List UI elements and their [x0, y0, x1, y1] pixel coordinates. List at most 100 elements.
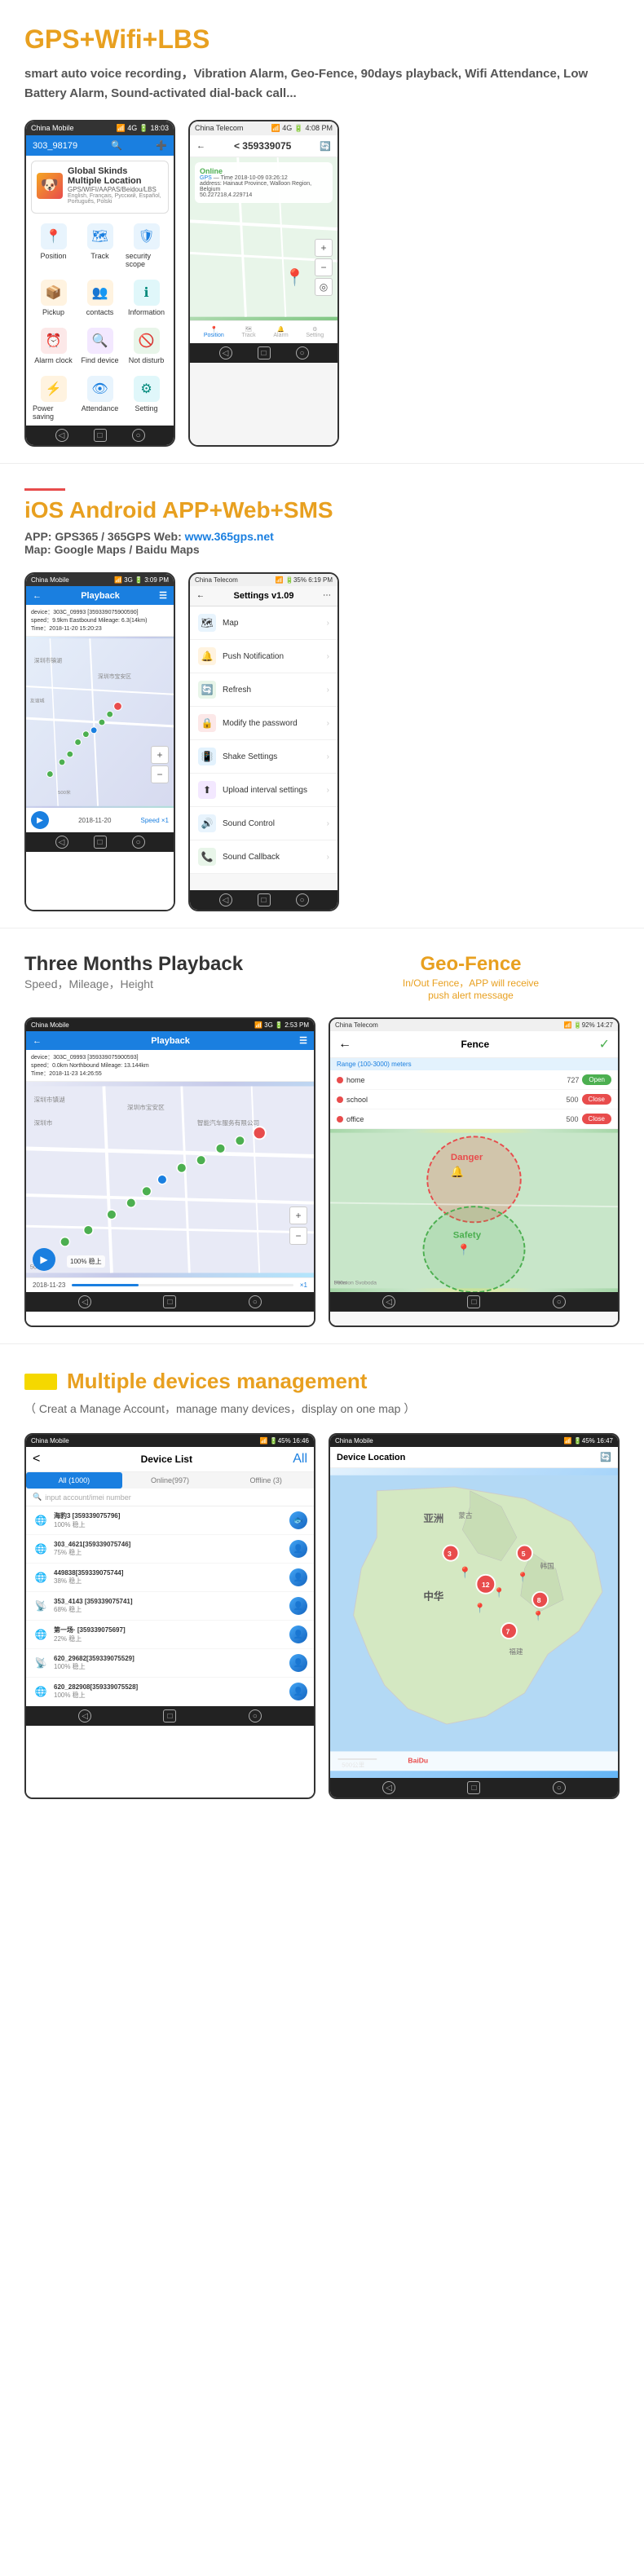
nav-back-location[interactable]: ◁ [382, 1781, 395, 1794]
password-icon: 🔒 [198, 714, 216, 732]
nav-recent-settings[interactable]: ○ [296, 893, 309, 906]
grid-item-security[interactable]: 🛡 security scope [124, 218, 169, 273]
pb3-title: Playback [151, 1036, 190, 1046]
fence-sub-title2: push alert message [322, 990, 620, 1001]
fence-back-icon[interactable]: ← [338, 1037, 351, 1052]
locate-btn[interactable]: ◎ [315, 278, 333, 296]
section1-title: GPS+Wifi+LBS [24, 24, 620, 55]
device-tab-online[interactable]: Online(997) [122, 1472, 218, 1489]
device-list-item[interactable]: 🌐 449838[359339075744] 38% 稳上 👤 [26, 1564, 314, 1592]
settings-item-upload[interactable]: ⬆ Upload interval settings › [190, 774, 337, 807]
settings-item-push[interactable]: 🔔 Push Notification › [190, 640, 337, 673]
nav-back-pb3[interactable]: ◁ [78, 1295, 91, 1308]
grid-item-attendance[interactable]: 👁 Attendance [77, 371, 122, 426]
device-tabs: All (1000) Online(997) Offline (3) [26, 1472, 314, 1489]
playback-zoom-out[interactable]: − [151, 765, 169, 783]
phone2-back-icon[interactable]: ← [196, 141, 205, 151]
nav-recent-device[interactable]: ○ [249, 1709, 262, 1722]
settings-item-refresh[interactable]: 🔄 Refresh › [190, 673, 337, 707]
zoom-in-btn[interactable]: + [315, 239, 333, 257]
settings-item-password[interactable]: 🔒 Modify the password › [190, 707, 337, 740]
nav-home-btn2[interactable]: □ [258, 346, 271, 359]
grid-item-contacts[interactable]: 👥 contacts [77, 275, 122, 321]
pb3-menu-icon[interactable]: ☰ [299, 1035, 307, 1046]
playback-zoom-in[interactable]: + [151, 746, 169, 764]
grid-item-information[interactable]: ℹ Information [124, 275, 169, 321]
push-notification-icon: 🔔 [198, 647, 216, 665]
grid-item-disturb[interactable]: 🚫 Not disturb [124, 323, 169, 369]
nav-recent-btn[interactable]: ○ [132, 429, 145, 442]
pb3-zoom-out[interactable]: − [289, 1227, 307, 1245]
device-back-btn[interactable]: < [33, 1452, 40, 1467]
grid-item-position[interactable]: 📍 Position [31, 218, 76, 273]
svg-text:中华: 中华 [423, 1590, 443, 1602]
pb3-map: 深圳市镇湖 深圳市宝安区 智能汽车服务有限公司 深圳市 500米 + − ▶ 1… [26, 1082, 314, 1277]
password-arrow-icon: › [327, 719, 329, 728]
fence-header: ← Fence ✓ [330, 1031, 618, 1058]
playback-back-icon[interactable]: ← [33, 591, 42, 601]
shake-icon: 📳 [198, 748, 216, 765]
section-playback-fence: Three Months Playback Speed，Mileage，Heig… [0, 928, 644, 1343]
nav-back-settings[interactable]: ◁ [219, 893, 232, 906]
phone2-refresh-icon[interactable]: 🔄 [320, 141, 331, 152]
device-tab-all[interactable]: All (1000) [26, 1472, 122, 1489]
pb3-play-btn[interactable]: ▶ [33, 1248, 55, 1271]
device-list-item[interactable]: 📡 620_29682[359339075529] 100% 稳上 👤 [26, 1649, 314, 1678]
tracker-banner-subtitle: GPS/WIFI/AAPAS/Beidou/LBS [68, 186, 163, 193]
pb3-map-controls: + − [289, 1206, 307, 1245]
nav-back-pb[interactable]: ◁ [55, 836, 68, 849]
fence-close-btn-school[interactable]: Close [582, 1094, 611, 1105]
device-list-item[interactable]: 🌐 第一场· [359339075697] 22% 稳上 👤 [26, 1621, 314, 1649]
nav-back-fence[interactable]: ◁ [382, 1295, 395, 1308]
grid-item-pickup[interactable]: 📦 Pickup [31, 275, 76, 321]
settings-item-shake[interactable]: 📳 Shake Settings › [190, 740, 337, 774]
settings-item-map[interactable]: 🗺 Map › [190, 607, 337, 640]
nav-home-settings[interactable]: □ [258, 893, 271, 906]
nav-home-device[interactable]: □ [163, 1709, 176, 1722]
svg-text:12: 12 [482, 1581, 490, 1589]
device-tab-offline[interactable]: Offline (3) [218, 1472, 314, 1489]
device-all-btn[interactable]: All [293, 1452, 307, 1467]
location-refresh-icon[interactable]: 🔄 [600, 1452, 611, 1462]
nav-recent-pb3[interactable]: ○ [249, 1295, 262, 1308]
fence-open-btn-home[interactable]: Open [582, 1074, 611, 1085]
pb3-zoom-in[interactable]: + [289, 1206, 307, 1224]
phone1-add-icon[interactable]: ➕ [156, 140, 167, 151]
nav-recent-location[interactable]: ○ [553, 1781, 566, 1794]
settings-back-icon[interactable]: ← [196, 591, 205, 601]
grid-item-alarm[interactable]: ⏰ Alarm clock [31, 323, 76, 369]
play-button[interactable]: ▶ [31, 811, 49, 829]
pb3-back-icon[interactable]: ← [33, 1036, 42, 1046]
grid-item-power[interactable]: ⚡ Power saving [31, 371, 76, 426]
settings-item-callback[interactable]: 📞 Sound Callback › [190, 840, 337, 874]
grid-item-find[interactable]: 🔍 Find device [77, 323, 122, 369]
nav-home-pb3[interactable]: □ [163, 1295, 176, 1308]
device-search-bar[interactable]: 🔍 input account/imei number [26, 1489, 314, 1506]
nav-back-btn2[interactable]: ◁ [219, 346, 232, 359]
nav-recent-fence[interactable]: ○ [553, 1295, 566, 1308]
device-icon-globe1: 🌐 [33, 1512, 49, 1528]
tracker-avatar: 🐶 [37, 173, 63, 199]
nav-recent-btn2[interactable]: ○ [296, 346, 309, 359]
device-list-item[interactable]: 🌐 620_282908[359339075528] 100% 稳上 👤 [26, 1678, 314, 1706]
nav-home-pb[interactable]: □ [94, 836, 107, 849]
device-list-item[interactable]: 📡 353_4143 [359339075741] 68% 稳上 👤 [26, 1592, 314, 1621]
grid-item-setting[interactable]: ⚙ Setting [124, 371, 169, 426]
nav-recent-pb[interactable]: ○ [132, 836, 145, 849]
settings-item-sound[interactable]: 🔊 Sound Control › [190, 807, 337, 840]
device-list-item[interactable]: 🌐 303_4621[359339075746] 75% 稳上 👤 [26, 1535, 314, 1564]
nav-home-fence[interactable]: □ [467, 1295, 480, 1308]
callback-icon: 📞 [198, 848, 216, 866]
nav-back-device[interactable]: ◁ [78, 1709, 91, 1722]
grid-item-track[interactable]: 🗺 Track [77, 218, 122, 273]
nav-home-btn[interactable]: □ [94, 429, 107, 442]
fence-check-icon[interactable]: ✓ [599, 1036, 610, 1052]
nav-home-location[interactable]: □ [467, 1781, 480, 1794]
fence-close-btn-office[interactable]: Close [582, 1114, 611, 1124]
phone1-search-icon[interactable]: 🔍 [111, 140, 122, 151]
playback-menu-icon[interactable]: ☰ [159, 590, 167, 601]
zoom-out-btn[interactable]: − [315, 258, 333, 276]
device-list-item[interactable]: 🌐 海豹3 [359339075796] 100% 稳上 🐟 [26, 1506, 314, 1535]
pb3-progress-bar[interactable] [72, 1284, 293, 1286]
nav-back-btn[interactable]: ◁ [55, 429, 68, 442]
